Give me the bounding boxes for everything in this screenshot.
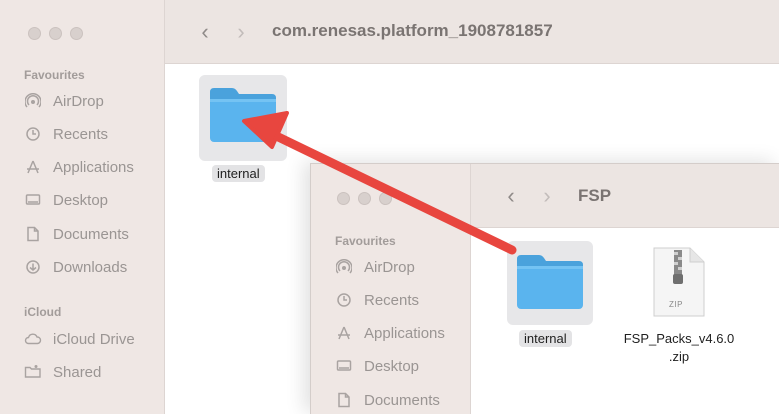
navigation-buttons: ‹ ›: [190, 19, 256, 45]
sidebar-item-recents[interactable]: Recents: [335, 291, 419, 309]
toolbar: ‹ › FSP: [471, 164, 779, 228]
sidebar: Favourites AirDrop Recents Applications …: [311, 164, 471, 414]
desktop-icon: [335, 357, 353, 375]
document-icon: [24, 225, 42, 243]
minimize-button[interactable]: [49, 27, 62, 40]
sidebar-item-label: Desktop: [53, 191, 109, 209]
forward-arrow-icon[interactable]: ›: [226, 19, 256, 45]
clock-icon: [24, 125, 42, 143]
sidebar-item-label: Shared: [53, 363, 102, 381]
sidebar-item-applications[interactable]: Applications: [335, 324, 445, 342]
folder-icon: [210, 88, 276, 142]
shared-folder-icon: [24, 363, 42, 381]
applications-icon: [335, 324, 353, 342]
cloud-icon: [24, 330, 42, 348]
sidebar-item-desktop[interactable]: Desktop: [335, 357, 419, 375]
sidebar-item-label: Recents: [364, 291, 420, 309]
sidebar-section-favourites: Favourites: [335, 234, 396, 248]
desktop-icon: [24, 191, 42, 209]
navigation-buttons: ‹ ›: [496, 183, 562, 209]
close-button[interactable]: [337, 192, 350, 205]
sidebar-item-icloud-drive[interactable]: iCloud Drive: [24, 330, 135, 348]
sidebar-item-downloads[interactable]: Downloads: [24, 258, 127, 276]
sidebar-item-label: iCloud Drive: [53, 330, 135, 348]
sidebar-section-icloud: iCloud: [24, 305, 62, 319]
download-icon: [24, 258, 42, 276]
zoom-button[interactable]: [379, 192, 392, 205]
window-title: com.renesas.platform_1908781857: [272, 21, 553, 40]
zip-badge: ZIP: [669, 300, 683, 309]
sidebar-item-label: Documents: [364, 391, 440, 409]
applications-icon: [24, 158, 42, 176]
file-name-line-1: FSP_Packs_v4.6.0: [623, 331, 735, 346]
sidebar-item-label: AirDrop: [364, 258, 415, 276]
clock-icon: [335, 291, 353, 309]
sidebar-item-recents[interactable]: Recents: [24, 125, 108, 143]
finder-window-front: Favourites AirDrop Recents Applications …: [310, 163, 779, 414]
file-name-line-2: .zip: [668, 349, 690, 364]
traffic-lights: [337, 192, 392, 205]
back-arrow-icon[interactable]: ‹: [190, 19, 220, 45]
airdrop-icon: [24, 92, 42, 110]
sidebar-item-documents[interactable]: Documents: [335, 391, 440, 409]
document-icon: [335, 391, 353, 409]
sidebar-item-label: Documents: [53, 225, 129, 243]
sidebar-item-applications[interactable]: Applications: [24, 158, 134, 176]
sidebar-item-label: Applications: [53, 158, 134, 176]
traffic-lights: [28, 27, 83, 40]
sidebar-item-desktop[interactable]: Desktop: [24, 191, 108, 209]
sidebar-item-shared[interactable]: Shared: [24, 363, 101, 381]
sidebar: Favourites AirDrop Recents Applications …: [0, 0, 165, 414]
toolbar: ‹ › com.renesas.platform_1908781857: [165, 0, 779, 64]
sidebar-item-documents[interactable]: Documents: [24, 225, 129, 243]
sidebar-section-favourites: Favourites: [24, 68, 85, 82]
sidebar-item-label: AirDrop: [53, 92, 104, 110]
sidebar-item-label: Recents: [53, 125, 109, 143]
sidebar-item-label: Applications: [364, 324, 445, 342]
file-name-label: FSP_Packs_v4.6.0 .zip: [616, 330, 742, 366]
file-name-label: internal: [519, 330, 572, 347]
zoom-button[interactable]: [70, 27, 83, 40]
airdrop-icon: [335, 258, 353, 276]
sidebar-item-label: Downloads: [53, 258, 128, 276]
minimize-button[interactable]: [358, 192, 371, 205]
sidebar-item-airdrop[interactable]: AirDrop: [335, 258, 415, 276]
window-title: FSP: [578, 186, 612, 205]
file-name-label: internal: [212, 165, 265, 182]
sidebar-item-airdrop[interactable]: AirDrop: [24, 92, 104, 110]
close-button[interactable]: [28, 27, 41, 40]
forward-arrow-icon[interactable]: ›: [532, 183, 562, 209]
back-arrow-icon[interactable]: ‹: [496, 183, 526, 209]
folder-icon: [517, 255, 583, 309]
sidebar-item-label: Desktop: [364, 357, 420, 375]
